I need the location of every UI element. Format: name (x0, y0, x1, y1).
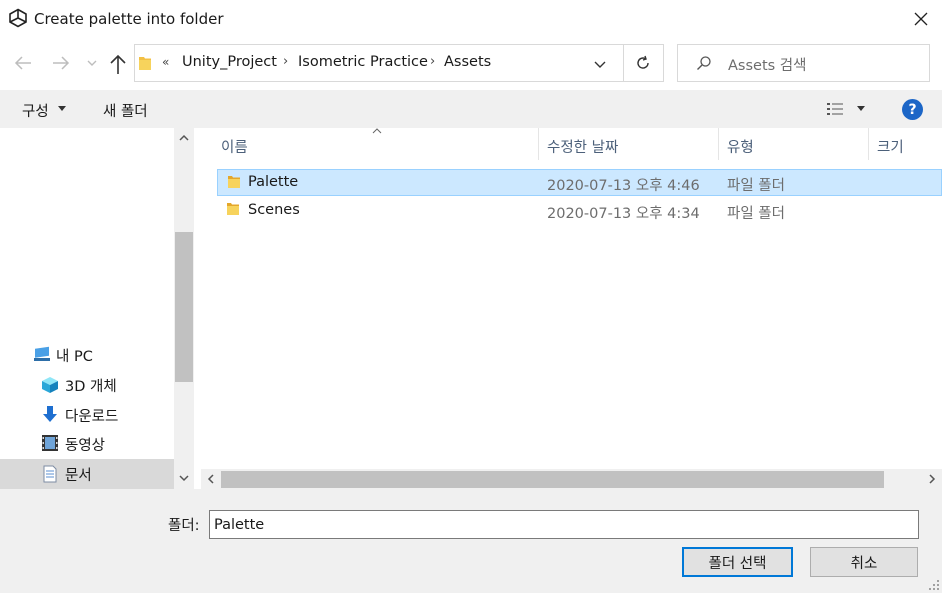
up-arrow-icon[interactable] (108, 52, 128, 76)
organize-button[interactable]: 구성 (22, 100, 49, 121)
breadcrumb-separator[interactable]: › (430, 54, 435, 69)
chevron-down-icon[interactable] (86, 56, 98, 70)
column-header-date[interactable]: 수정한 날짜 (547, 136, 618, 157)
file-name: Palette (248, 174, 299, 190)
column-header-size[interactable]: 크기 (877, 136, 904, 157)
column-separator[interactable] (538, 128, 539, 160)
file-type: 파일 폴더 (727, 178, 785, 194)
view-details-icon[interactable] (826, 101, 844, 117)
back-arrow-icon[interactable] (12, 52, 34, 74)
select-folder-button[interactable]: 폴더 선택 (682, 547, 793, 577)
caret-down-icon[interactable] (857, 106, 865, 111)
nav-item-documents[interactable]: 문서 (0, 459, 174, 489)
breadcrumb-unity-project[interactable]: Unity_Project (182, 54, 277, 70)
file-row-palette[interactable]: Palette 2020-07-13 오후 4:46 파일 폴더 (217, 169, 942, 196)
download-arrow-icon (43, 406, 57, 422)
nav-item-label: 다운로드 (65, 409, 119, 425)
file-date: 2020-07-13 오후 4:46 (547, 178, 700, 194)
nav-scrollbar-thumb[interactable] (175, 232, 193, 382)
caret-down-icon[interactable] (58, 106, 66, 111)
file-row-scenes[interactable]: Scenes 2020-07-13 오후 4:34 파일 폴더 (217, 197, 942, 224)
folder-icon (227, 203, 239, 215)
chevron-down-icon[interactable] (592, 56, 608, 72)
help-button[interactable]: ? (902, 99, 923, 120)
file-type: 파일 폴더 (727, 206, 785, 222)
close-button[interactable] (902, 2, 940, 36)
nav-item-videos[interactable]: 동영상 (0, 429, 174, 459)
file-name: Scenes (248, 202, 300, 218)
document-icon (43, 465, 57, 483)
folder-icon (139, 57, 151, 70)
horizontal-scrollbar-thumb[interactable] (221, 471, 884, 488)
folder-name-input[interactable] (209, 510, 919, 539)
nav-item-3d-objects[interactable]: 3D 개체 (0, 370, 174, 400)
cancel-button[interactable]: 취소 (810, 547, 918, 577)
column-separator[interactable] (868, 128, 869, 160)
scroll-down-icon[interactable] (178, 472, 190, 484)
column-header-type[interactable]: 유형 (727, 136, 754, 157)
folder-label: 폴더: (168, 518, 200, 534)
dialog-footer (0, 489, 942, 593)
breadcrumb-isometric-practice[interactable]: Isometric Practice (298, 54, 428, 70)
breadcrumb-overflow[interactable]: « (162, 55, 169, 69)
cube-icon (42, 377, 58, 393)
close-icon (914, 12, 928, 26)
unity-icon (9, 8, 27, 28)
video-icon (42, 435, 58, 451)
column-header-name[interactable]: 이름 (221, 136, 248, 157)
scroll-right-icon[interactable] (926, 473, 938, 485)
nav-item-label: 내 PC (56, 349, 93, 365)
refresh-button[interactable] (622, 44, 664, 82)
forward-arrow-icon[interactable] (50, 52, 72, 74)
window-title: Create palette into folder (34, 10, 224, 28)
folder-icon (228, 176, 240, 188)
refresh-icon (636, 55, 649, 69)
computer-icon (34, 346, 50, 361)
nav-item-label: 3D 개체 (65, 379, 117, 395)
nav-item-label: 문서 (65, 468, 92, 484)
nav-item-this-pc[interactable]: 내 PC (0, 340, 174, 370)
nav-item-downloads[interactable]: 다운로드 (0, 400, 174, 430)
new-folder-button[interactable]: 새 폴더 (103, 100, 148, 121)
search-icon (697, 56, 711, 70)
file-date: 2020-07-13 오후 4:34 (547, 206, 700, 222)
column-separator[interactable] (718, 128, 719, 160)
nav-item-label: 동영상 (65, 438, 106, 454)
sort-ascending-icon (372, 128, 382, 134)
resize-grip-icon[interactable] (928, 579, 940, 591)
breadcrumb-assets[interactable]: Assets (444, 54, 491, 70)
breadcrumb-separator[interactable]: › (283, 54, 288, 69)
scroll-up-icon[interactable] (178, 132, 190, 144)
scroll-left-icon[interactable] (205, 473, 217, 485)
search-placeholder[interactable]: Assets 검색 (728, 54, 806, 75)
